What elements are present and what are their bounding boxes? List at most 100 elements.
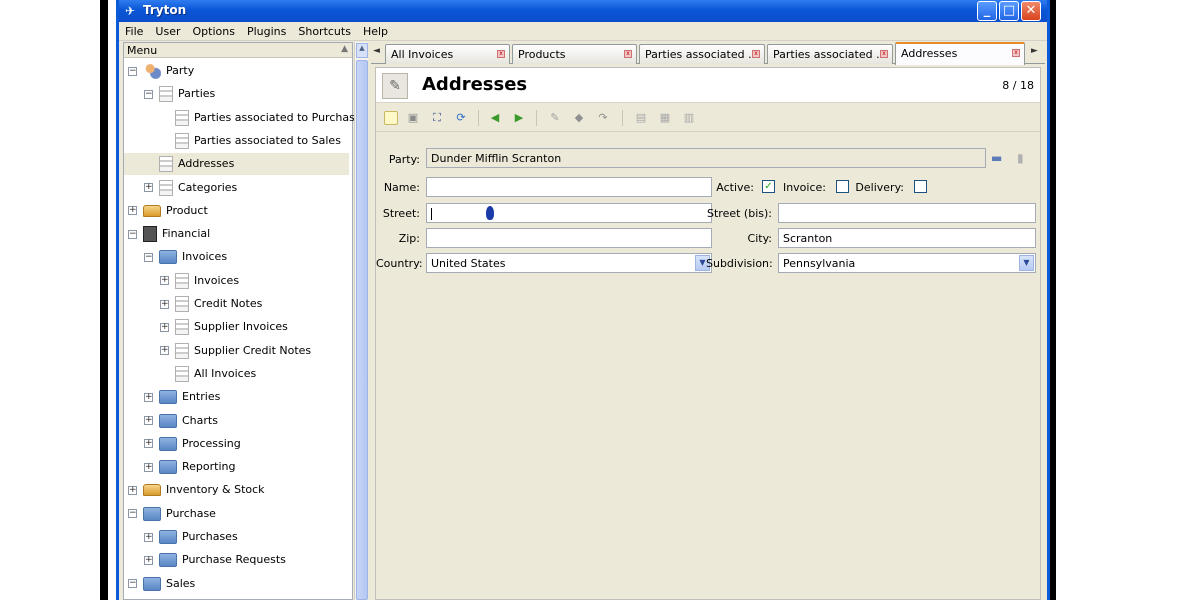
- menu-tree-item[interactable]: + Processing: [144, 433, 241, 455]
- calculator-icon: [143, 226, 157, 243]
- scroll-up-arrow-icon[interactable]: ▲: [356, 43, 368, 58]
- street-bis-field[interactable]: [778, 203, 1036, 223]
- close-tab-icon[interactable]: x: [752, 50, 760, 58]
- menu-tree-item[interactable]: + Reporting: [144, 456, 235, 478]
- subdivision-select[interactable]: Pennsylvania ▼: [778, 253, 1036, 273]
- clear-icon[interactable]: ▮: [1017, 151, 1033, 165]
- expand-icon[interactable]: +: [128, 206, 137, 216]
- previous-icon[interactable]: ◀: [488, 111, 502, 125]
- print-icon[interactable]: ▥: [682, 111, 696, 125]
- menu-tree-item[interactable]: − Party: [128, 60, 194, 82]
- menu-tree-item[interactable]: − Invoices: [144, 246, 227, 268]
- menu-tree-item[interactable]: Parties associated to Purchases: [160, 107, 367, 129]
- close-tab-icon[interactable]: x: [880, 50, 888, 58]
- menu-shortcuts[interactable]: Shortcuts: [292, 22, 357, 38]
- new-icon[interactable]: [384, 111, 398, 125]
- expand-icon[interactable]: +: [160, 276, 169, 286]
- city-field[interactable]: Scranton: [778, 228, 1036, 248]
- menu-tree-item[interactable]: + Purchase Requests: [144, 549, 286, 571]
- country-select[interactable]: United States ▼: [426, 253, 712, 273]
- menu-tree-item[interactable]: + Charts: [144, 410, 218, 432]
- expand-icon[interactable]: +: [160, 322, 169, 332]
- close-tab-icon[interactable]: x: [624, 50, 632, 58]
- tryton-logo-icon: ✈: [125, 4, 136, 18]
- scrollbar-thumb[interactable]: [356, 60, 368, 600]
- expand-icon[interactable]: +: [160, 299, 169, 309]
- menu-help[interactable]: Help: [357, 22, 394, 38]
- party-field[interactable]: Dunder Mifflin Scranton: [426, 148, 986, 168]
- action-icon[interactable]: ◆: [572, 111, 586, 125]
- tab-scroll-left-icon[interactable]: ◄: [373, 46, 380, 56]
- street-field[interactable]: [426, 203, 712, 223]
- menu-tree-item[interactable]: + Supplier Invoices: [160, 316, 288, 338]
- menu-user[interactable]: User: [149, 22, 186, 38]
- collapse-icon[interactable]: −: [128, 509, 137, 519]
- collapse-icon[interactable]: −: [128, 579, 137, 589]
- tab-products[interactable]: Products x: [512, 44, 637, 64]
- subdivision-value: Pennsylvania: [783, 257, 856, 270]
- tab-parties-associated-1[interactable]: Parties associated ... x: [639, 44, 765, 64]
- form-toolbar: ▣ ⛶ ⟳ ◀ ▶ ✎ ◆ ↷ ▤ ▦ ▥: [376, 104, 1040, 132]
- menu-options[interactable]: Options: [187, 22, 241, 38]
- menu-tree-item[interactable]: Parties associated to Sales: [160, 130, 341, 152]
- title-bar[interactable]: ✈ Tryton _ □ ✕: [119, 0, 1047, 22]
- menu-tree-item[interactable]: − Purchase: [128, 503, 216, 525]
- menu-tree-item[interactable]: − Parties: [144, 83, 215, 105]
- menu-tree-item[interactable]: − Financial: [128, 223, 210, 245]
- tab-scroll-right-icon[interactable]: ►: [1031, 46, 1038, 56]
- menu-tree-item[interactable]: + Purchases: [144, 526, 238, 548]
- menu-tree-item[interactable]: Addresses: [144, 153, 234, 175]
- attachment-icon[interactable]: ✎: [548, 111, 562, 125]
- menu-tree-item[interactable]: + Product: [128, 200, 208, 222]
- menu-tree-item[interactable]: + Supplier Credit Notes: [160, 340, 311, 362]
- close-tab-icon[interactable]: x: [497, 50, 505, 58]
- relate-icon[interactable]: ↷: [596, 111, 610, 125]
- collapse-icon[interactable]: −: [128, 66, 137, 76]
- chevron-up-icon[interactable]: ▲: [341, 44, 348, 54]
- reload-icon[interactable]: ⟳: [454, 111, 468, 125]
- next-icon[interactable]: ▶: [512, 111, 526, 125]
- tab-addresses[interactable]: Addresses x: [895, 42, 1025, 65]
- expand-icon[interactable]: +: [128, 485, 137, 495]
- tab-all-invoices[interactable]: All Invoices x: [385, 44, 510, 64]
- collapse-icon[interactable]: −: [144, 89, 153, 99]
- expand-icon[interactable]: +: [144, 439, 153, 449]
- name-field[interactable]: [426, 177, 712, 197]
- menu-tree-item[interactable]: − Sales: [128, 573, 195, 595]
- invoice-checkbox[interactable]: [836, 180, 849, 193]
- maximize-button[interactable]: □: [999, 1, 1019, 21]
- minimize-button[interactable]: _: [977, 1, 997, 21]
- menu-tree-item[interactable]: + Credit Notes: [160, 293, 262, 315]
- expand-icon[interactable]: +: [144, 416, 153, 425]
- expand-icon[interactable]: +: [144, 183, 153, 192]
- folder-icon: [159, 436, 177, 451]
- close-button[interactable]: ✕: [1021, 1, 1041, 21]
- collapse-icon[interactable]: −: [128, 229, 137, 239]
- expand-icon[interactable]: +: [144, 462, 153, 472]
- menu-tree-item[interactable]: + Inventory & Stock: [128, 479, 265, 501]
- menu-tree-item[interactable]: + Categories: [144, 177, 237, 199]
- delivery-checkbox[interactable]: [914, 180, 927, 193]
- menu-plugins[interactable]: Plugins: [241, 22, 292, 38]
- close-tab-icon[interactable]: x: [1012, 49, 1020, 57]
- report-icon[interactable]: ▤: [634, 111, 648, 125]
- menu-tree-item[interactable]: All Invoices: [160, 363, 256, 385]
- menu-tree-item[interactable]: + Entries: [144, 386, 220, 408]
- email-icon[interactable]: ▦: [658, 111, 672, 125]
- menu-tree-label: Inventory & Stock: [166, 483, 265, 497]
- zip-field[interactable]: [426, 228, 712, 248]
- tab-parties-associated-2[interactable]: Parties associated ... x: [767, 44, 893, 64]
- collapse-icon[interactable]: −: [144, 252, 153, 262]
- open-folder-icon[interactable]: ▬: [991, 151, 1007, 165]
- expand-icon[interactable]: +: [144, 555, 153, 565]
- expand-icon[interactable]: +: [144, 392, 153, 402]
- switch-view-icon[interactable]: ⛶: [430, 111, 444, 125]
- chevron-down-icon[interactable]: ▼: [1019, 255, 1034, 271]
- save-icon[interactable]: ▣: [406, 111, 420, 125]
- menu-tree-item[interactable]: + Invoices: [160, 270, 239, 292]
- menu-file[interactable]: File: [119, 22, 149, 38]
- expand-icon[interactable]: +: [144, 532, 153, 542]
- sidebar-scrollbar[interactable]: ▲: [354, 42, 368, 600]
- active-checkbox[interactable]: ✓: [762, 180, 775, 193]
- expand-icon[interactable]: +: [160, 346, 169, 356]
